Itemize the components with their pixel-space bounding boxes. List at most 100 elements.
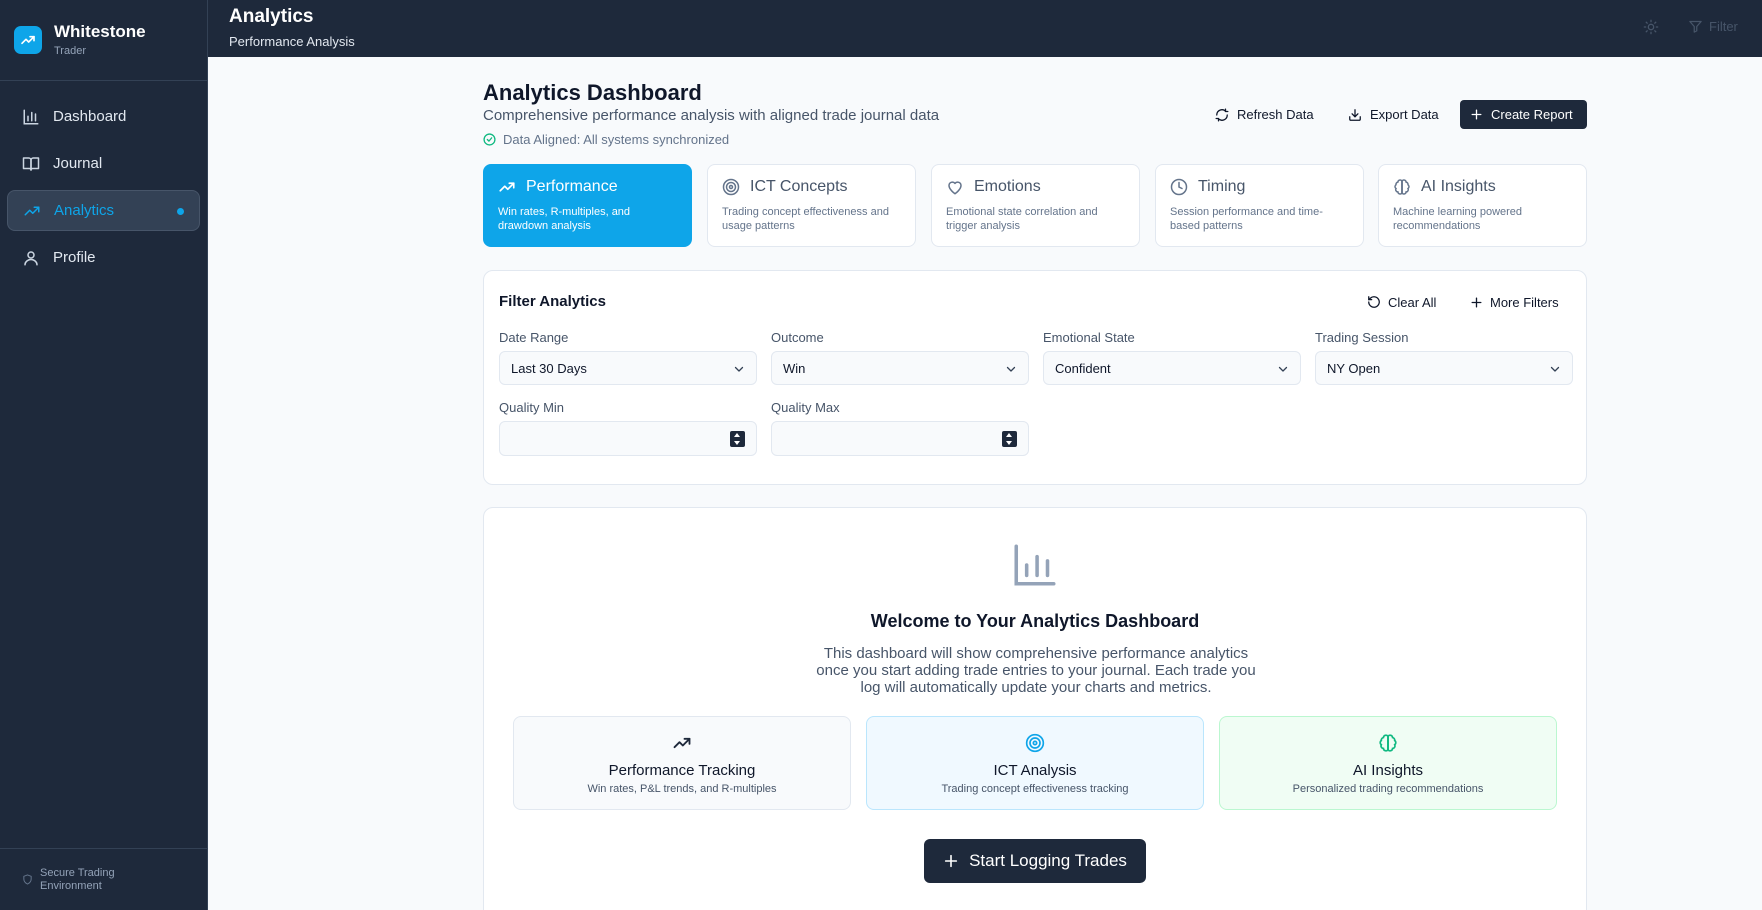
filter-panel: Filter Analytics Clear All More Filters … (483, 270, 1587, 485)
target-icon (722, 178, 740, 196)
feature-title: Performance Tracking (608, 762, 756, 779)
tab-label: Performance (526, 178, 618, 195)
brand[interactable]: Whitestone Trader (0, 0, 207, 81)
quality-max-label: Quality Max (771, 400, 840, 415)
tab-description: Trading concept effectiveness and usage … (722, 206, 889, 232)
feature-card-performance-tracking: Performance Tracking Win rates, P&L tren… (513, 716, 851, 810)
feature-card-ict-analysis: ICT Analysis Trading concept effectivene… (866, 716, 1204, 810)
quality-min-label: Quality Min (499, 400, 565, 415)
outcome-value: Win (783, 360, 806, 376)
tab-ai-insights[interactable]: AI Insights Machine learning powered rec… (1378, 164, 1587, 247)
sidebar-item-analytics[interactable]: Analytics (7, 190, 200, 231)
brand-name: Whitestone (54, 22, 146, 41)
brain-icon (1394, 179, 1410, 195)
chevron-down-icon (734, 366, 744, 372)
number-stepper[interactable] (1002, 431, 1017, 447)
sidebar-item-dashboard[interactable]: Dashboard (7, 96, 200, 137)
plus-icon (944, 854, 958, 868)
date-range-select[interactable]: Last 30 Days (499, 351, 757, 385)
tab-ict-concepts[interactable]: ICT Concepts Trading concept effectivene… (707, 164, 916, 247)
clock-icon (1170, 178, 1188, 196)
plus-icon (1471, 297, 1482, 307)
start-logging-trades-button[interactable]: Start Logging Trades (924, 839, 1146, 883)
trading-session-label: Trading Session (1315, 330, 1409, 345)
sidebar-item-label: Analytics (54, 202, 115, 219)
create-report-label: Create Report (1491, 107, 1573, 122)
create-report-button[interactable]: Create Report (1460, 100, 1587, 129)
tab-emotions[interactable]: Emotions Emotional state correlation and… (931, 164, 1140, 247)
start-logging-trades-label: Start Logging Trades (969, 851, 1127, 870)
outcome-label: Outcome (771, 330, 824, 345)
quality-max-input[interactable] (771, 421, 1029, 456)
feature-card-ai-insights: AI Insights Personalized trading recomme… (1219, 716, 1557, 810)
sync-status: Data Aligned: All systems synchronized (483, 132, 729, 147)
check-circle-icon (483, 133, 496, 146)
brain-icon (1379, 734, 1397, 752)
tab-description: Session performance and time-based patte… (1170, 206, 1323, 232)
sidebar: Whitestone Trader Dashboard Journal Anal… (0, 0, 208, 910)
brand-subtitle: Trader (54, 45, 86, 57)
export-data-label: Export Data (1370, 107, 1439, 122)
number-stepper[interactable] (730, 431, 745, 447)
sun-icon[interactable] (1643, 19, 1659, 35)
topbar-subtitle: Performance Analysis (229, 34, 355, 49)
feature-description: Trading concept effectiveness tracking (941, 783, 1129, 795)
tab-label: AI Insights (1421, 178, 1496, 195)
emotional-state-select[interactable]: Confident (1043, 351, 1301, 385)
book-open-icon (22, 156, 40, 171)
tab-timing[interactable]: Timing Session performance and time-base… (1155, 164, 1364, 247)
feature-description: Personalized trading recommendations (1292, 783, 1484, 795)
clear-all-button[interactable]: Clear All (1367, 290, 1436, 314)
topbar-title: Analytics (229, 6, 314, 27)
export-data-button[interactable]: Export Data (1338, 100, 1449, 129)
tab-label: Timing (1198, 178, 1246, 195)
more-filters-button[interactable]: More Filters (1470, 290, 1559, 314)
tab-description: Emotional state correlation and trigger … (946, 206, 1098, 232)
topbar-filter-label: Filter (1709, 19, 1738, 34)
refresh-data-label: Refresh Data (1237, 107, 1314, 122)
target-icon (1025, 733, 1045, 753)
bar-chart-icon (1014, 544, 1056, 586)
tab-description: Win rates, R-multiples, and drawdown ana… (498, 206, 631, 232)
feature-title: ICT Analysis (993, 762, 1077, 779)
sidebar-item-label: Journal (53, 155, 103, 172)
tab-performance[interactable]: Performance Win rates, R-multiples, and … (483, 164, 692, 247)
sidebar-item-journal[interactable]: Journal (7, 143, 200, 184)
rotate-ccw-icon (1368, 296, 1380, 308)
topbar-filter-button[interactable]: Filter (1688, 19, 1738, 34)
tab-label: Emotions (974, 178, 1041, 195)
filter-panel-title: Filter Analytics (499, 293, 606, 310)
chevron-down-icon (1278, 366, 1288, 372)
heart-icon (948, 181, 962, 195)
trading-session-select[interactable]: NY Open (1315, 351, 1573, 385)
sidebar-item-label: Dashboard (53, 108, 127, 125)
welcome-card: Welcome to Your Analytics Dashboard This… (483, 507, 1587, 910)
emotional-state-value: Confident (1055, 360, 1111, 376)
footer-line-2: Environment (40, 879, 102, 892)
plus-icon (1471, 109, 1482, 120)
more-filters-label: More Filters (1490, 294, 1559, 310)
clear-all-label: Clear All (1388, 294, 1437, 310)
download-icon (1349, 108, 1361, 121)
feature-title: AI Insights (1352, 762, 1424, 779)
welcome-title: Welcome to Your Analytics Dashboard (870, 611, 1200, 631)
user-icon (24, 250, 38, 265)
active-indicator-dot (177, 207, 184, 215)
bar-chart-icon (23, 109, 39, 124)
page-description: Comprehensive performance analysis with … (483, 107, 940, 124)
sidebar-item-label: Profile (53, 249, 96, 266)
chevron-down-icon (1550, 366, 1560, 372)
sidebar-footer: Secure Trading Environment (0, 848, 208, 910)
refresh-data-button[interactable]: Refresh Data (1205, 100, 1324, 129)
feature-description: Win rates, P&L trends, and R-multiples (587, 783, 777, 795)
quality-min-input[interactable] (499, 421, 757, 456)
outcome-select[interactable]: Win (771, 351, 1029, 385)
sidebar-item-profile[interactable]: Profile (7, 237, 200, 278)
tab-label: ICT Concepts (750, 178, 848, 195)
brand-logo-icon (14, 26, 42, 54)
trading-session-value: NY Open (1327, 360, 1381, 376)
trending-up-icon (499, 182, 515, 192)
refresh-icon (1215, 108, 1229, 121)
trending-up-icon (24, 206, 40, 215)
emotional-state-label: Emotional State (1043, 330, 1135, 345)
